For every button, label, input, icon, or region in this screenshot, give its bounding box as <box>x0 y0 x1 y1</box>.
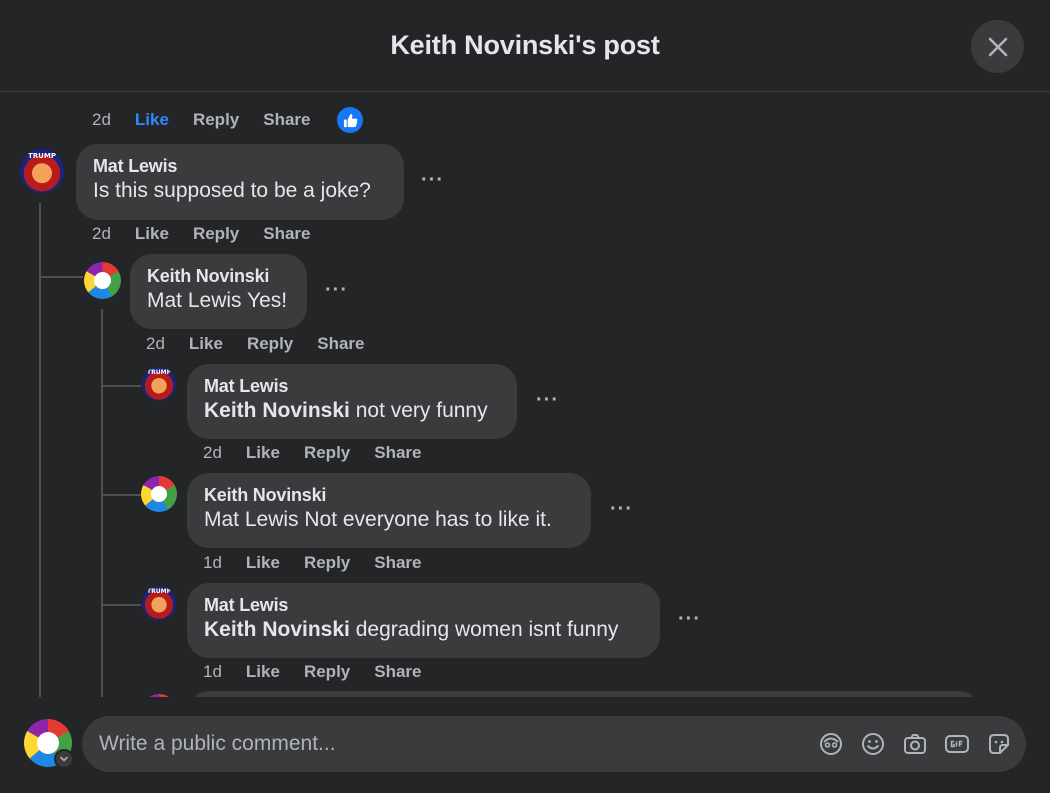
comment-author[interactable]: Keith Novinski <box>147 265 290 287</box>
reply-button[interactable]: Reply <box>247 334 293 354</box>
sticker-icon <box>989 734 1009 754</box>
comment-actions: 1d Like Reply Share <box>203 553 446 573</box>
avatar-badge-text: TRUMP <box>147 588 171 595</box>
share-button[interactable]: Share <box>374 662 421 682</box>
dialog-title: Keith Novinski's post <box>390 30 660 60</box>
avatar[interactable]: TRUMP <box>142 586 176 620</box>
like-button[interactable]: Like <box>246 662 280 682</box>
comment-actions: 2d Like Reply Share <box>146 334 389 354</box>
comment-actions: 1d Like Reply Share <box>203 662 446 682</box>
avatar-icon <box>820 733 842 755</box>
avatar[interactable]: TRUMP <box>20 149 64 193</box>
comment-bubble: Mat Lewis Is this supposed to be a joke? <box>76 144 404 220</box>
comment-text: Keith Novinski degrading women isnt funn… <box>204 616 643 644</box>
comments-list[interactable]: 2d Like Reply Share TRUMP Mat Lewis Is t… <box>0 93 1050 697</box>
comment-more-button[interactable]: ··· <box>610 498 633 521</box>
comment-input[interactable] <box>99 716 799 772</box>
profile-switch-button[interactable] <box>54 749 74 769</box>
reply-button[interactable]: Reply <box>304 443 350 463</box>
comment-actions: 2d Like Reply Share <box>92 110 335 130</box>
comment-timestamp: 1d <box>203 553 222 572</box>
thread-line <box>101 309 103 697</box>
gif-icon <box>945 735 969 753</box>
comment-author[interactable]: Mat Lewis <box>204 375 500 397</box>
share-button[interactable]: Share <box>374 553 421 573</box>
comment-text-body: degrading women isnt funny <box>349 618 619 641</box>
reply-button[interactable]: Reply <box>193 224 239 244</box>
camera-icon <box>904 734 926 754</box>
close-button[interactable] <box>971 20 1024 73</box>
avatar[interactable] <box>141 476 177 512</box>
comment-bubble: Keith Novinski Mat Lewis Yes! <box>130 254 307 329</box>
avatar[interactable]: TRUMP <box>142 367 176 401</box>
emoji-button[interactable] <box>859 730 887 758</box>
gif-button[interactable] <box>943 730 971 758</box>
reply-button[interactable]: Reply <box>193 110 239 130</box>
comment-timestamp: 2d <box>92 224 111 243</box>
comment-timestamp: 1d <box>203 662 222 681</box>
comment-composer[interactable] <box>82 716 1026 772</box>
comment-composer-bar <box>0 697 1050 793</box>
like-button[interactable]: Like <box>246 443 280 463</box>
share-button[interactable]: Share <box>263 110 310 130</box>
share-button[interactable]: Share <box>374 443 421 463</box>
emoji-icon <box>862 733 884 755</box>
sticker-button[interactable] <box>985 730 1013 758</box>
like-reaction-icon <box>343 113 357 127</box>
comment-more-button[interactable]: ··· <box>421 169 444 192</box>
comment-bubble: Mat Lewis Keith Novinski degrading women… <box>187 583 660 658</box>
post-dialog: Keith Novinski's post 2d Like Reply Shar… <box>0 0 1050 793</box>
comment-bubble: Mat Lewis Keith Novinski not very funny <box>187 364 517 439</box>
thread-connector <box>101 604 141 606</box>
like-button[interactable]: Like <box>246 553 280 573</box>
thread-connector <box>101 385 141 387</box>
comment-text: Is this supposed to be a joke? <box>93 179 371 202</box>
share-button[interactable]: Share <box>317 334 364 354</box>
photo-button[interactable] <box>901 730 929 758</box>
comment-mention[interactable]: Keith Novinski <box>204 618 350 641</box>
comment-author[interactable]: Mat Lewis <box>204 594 643 616</box>
comment-actions: 2d Like Reply Share <box>92 224 335 244</box>
comment-text-body: not very funny <box>349 399 488 422</box>
comment-more-button[interactable]: ··· <box>678 608 701 631</box>
comment-author[interactable]: Mat Lewis <box>93 155 387 177</box>
comment-more-button[interactable]: ··· <box>325 279 348 302</box>
comment-actions: 2d Like Reply Share <box>203 443 446 463</box>
comment-more-button[interactable]: ··· <box>536 389 559 412</box>
comment-timestamp: 2d <box>203 443 222 462</box>
thread-connector <box>101 494 141 496</box>
thread-connector <box>39 276 83 278</box>
comment-text: Mat Lewis Not everyone has to like it. <box>204 508 552 531</box>
avatar-badge-text: TRUMP <box>147 369 171 376</box>
reply-button[interactable]: Reply <box>304 662 350 682</box>
comment-author[interactable]: Keith Novinski <box>204 484 574 506</box>
share-button[interactable]: Share <box>263 224 310 244</box>
reply-button[interactable]: Reply <box>304 553 350 573</box>
chevron-down-icon <box>60 756 68 762</box>
comment-text: Mat Lewis Yes! <box>147 289 288 312</box>
avatar-sticker-button[interactable] <box>817 730 845 758</box>
like-button[interactable]: Like <box>135 110 169 130</box>
close-icon <box>988 37 1007 56</box>
like-button[interactable]: Like <box>189 334 223 354</box>
comment-bubble: Keith Novinski Mat Lewis Not everyone ha… <box>187 473 591 548</box>
comment-timestamp: 2d <box>92 110 111 129</box>
comment-timestamp: 2d <box>146 334 165 353</box>
like-reaction-badge[interactable] <box>337 107 363 133</box>
like-button[interactable]: Like <box>135 224 169 244</box>
dialog-header: Keith Novinski's post <box>0 0 1050 92</box>
comment-text: Keith Novinski not very funny <box>204 397 500 425</box>
avatar[interactable] <box>84 262 121 299</box>
comment-mention[interactable]: Keith Novinski <box>204 399 350 422</box>
avatar-badge-text: TRUMP <box>28 152 56 160</box>
